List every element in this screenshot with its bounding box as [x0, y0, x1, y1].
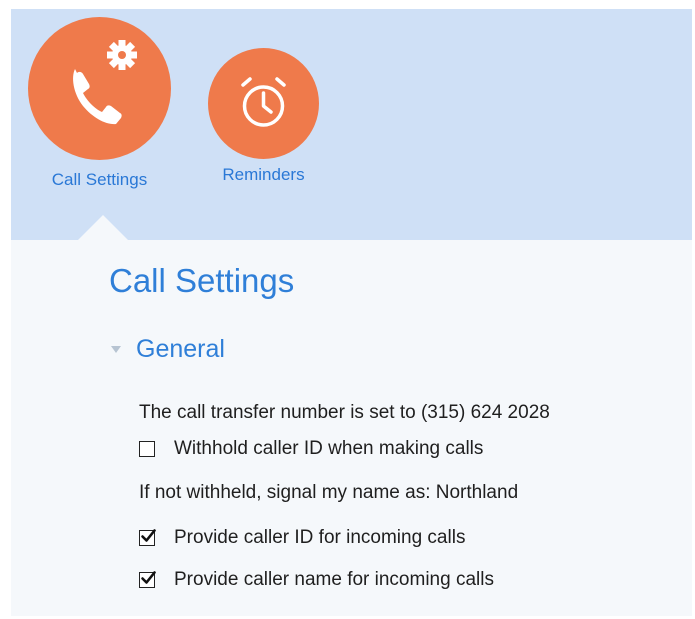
settings-panel: Call Settings Reminders [11, 9, 692, 616]
page-title: Call Settings [109, 262, 295, 299]
tab-call-settings[interactable]: Call Settings [28, 17, 171, 189]
provide-caller-name-label: Provide caller name for incoming calls [174, 569, 494, 590]
provide-caller-id-option[interactable]: Provide caller ID for incoming calls [139, 526, 465, 550]
withhold-caller-id-checkbox[interactable] [139, 441, 155, 457]
transfer-number-text: The call transfer number is set to (315)… [139, 402, 550, 423]
selected-tab-pointer [77, 215, 129, 241]
provide-caller-name-option[interactable]: Provide caller name for incoming calls [139, 568, 494, 592]
withhold-caller-id-label: Withhold caller ID when making calls [174, 438, 484, 459]
provide-caller-id-checkbox[interactable] [139, 529, 156, 546]
tab-bar: Call Settings Reminders [11, 9, 692, 241]
checkmark-icon [141, 529, 156, 542]
section-title-general[interactable]: General [136, 335, 225, 364]
checkmark-icon [141, 571, 156, 584]
signal-name-text: If not withheld, signal my name as: Nort… [139, 482, 519, 503]
alarm-clock-icon [241, 77, 286, 127]
withhold-caller-id-option[interactable]: Withhold caller ID when making calls [139, 437, 483, 461]
call-settings-tab-circle [28, 17, 171, 160]
provide-caller-name-checkbox[interactable] [139, 571, 156, 588]
reminders-tab-circle [208, 48, 319, 159]
tab-call-settings-label: Call Settings [51, 170, 148, 189]
collapse-triangle-icon[interactable] [111, 346, 121, 353]
tab-reminders[interactable]: Reminders [208, 48, 319, 184]
tab-reminders-label: Reminders [222, 165, 305, 184]
phone-gear-icon [73, 40, 137, 125]
provide-caller-id-label: Provide caller ID for incoming calls [174, 527, 466, 548]
